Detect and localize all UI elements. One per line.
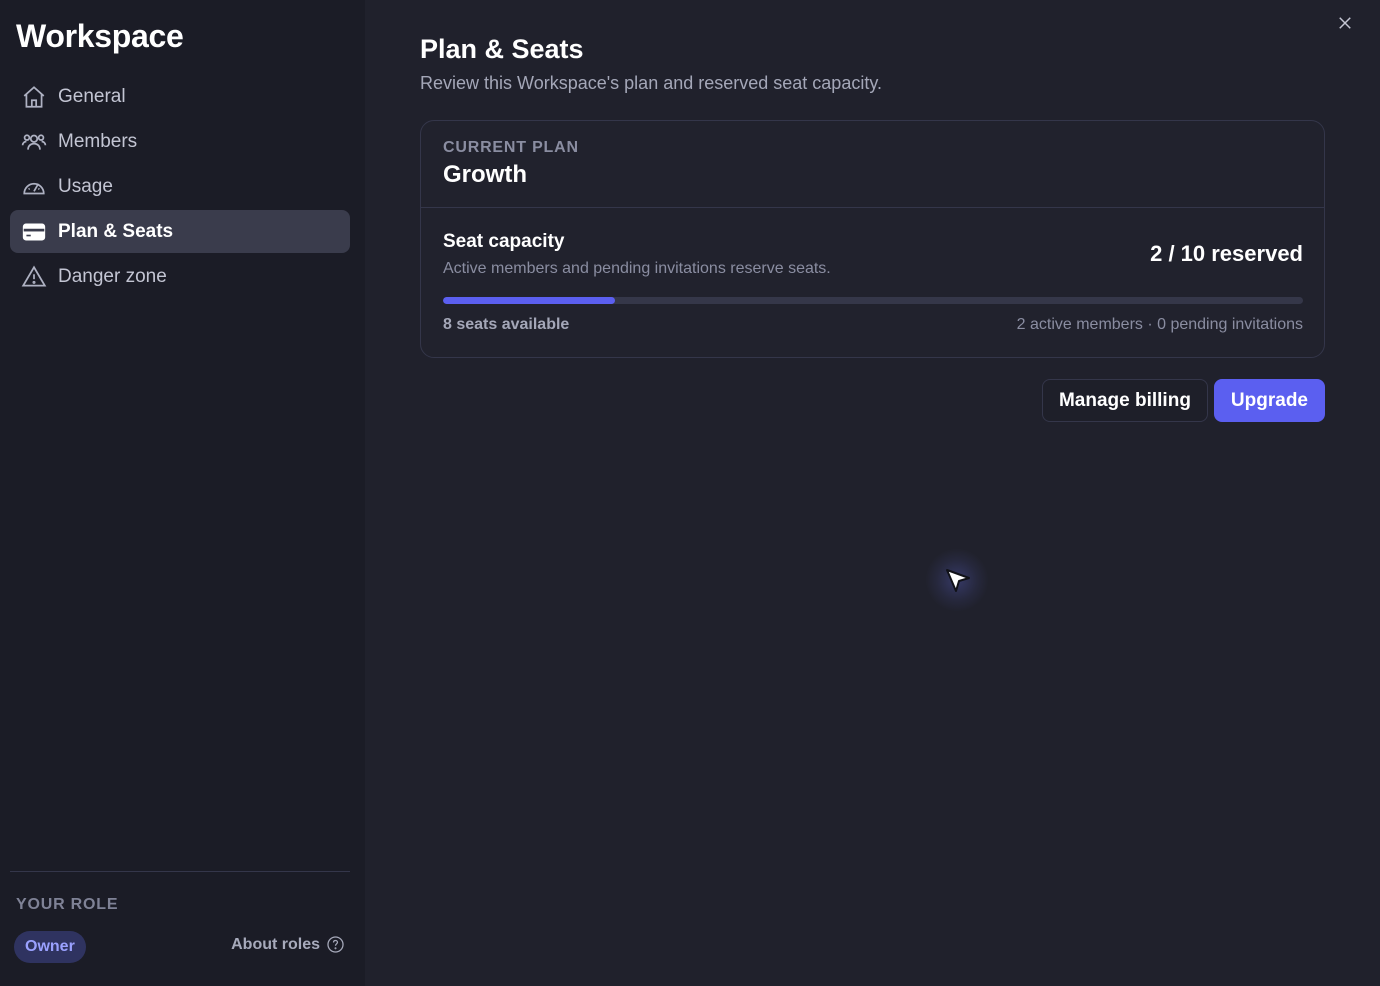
role-label: YOUR ROLE	[16, 896, 119, 913]
current-plan-name: Growth	[443, 161, 527, 188]
home-icon	[21, 84, 47, 110]
sidebar-item-general[interactable]: General	[10, 75, 350, 118]
app-window: Workspace General Members Usage Plan & S…	[0, 0, 1380, 986]
sidebar-item-label: Plan & Seats	[58, 220, 174, 242]
seat-members-summary: 2 active members · 0 pending invitations	[1016, 316, 1303, 333]
sidebar-item-label: Danger zone	[58, 265, 167, 287]
warning-icon	[21, 264, 47, 290]
seat-progress-fill	[443, 297, 615, 304]
sidebar-divider	[10, 871, 350, 872]
seat-capacity-title: Seat capacity	[443, 231, 565, 252]
sidebar-nav: General Members Usage Plan & Seats Dange…	[10, 75, 350, 300]
credit-card-icon	[21, 219, 47, 245]
sidebar-item-members[interactable]: Members	[10, 120, 350, 163]
sidebar-item-label: Usage	[58, 175, 113, 197]
close-button[interactable]	[1334, 12, 1356, 34]
sidebar: Workspace General Members Usage Plan & S…	[0, 0, 365, 986]
close-icon	[1339, 17, 1351, 29]
mouse-pointer-icon	[946, 569, 970, 592]
sidebar-item-label: Members	[58, 130, 138, 152]
about-roles-link[interactable]: About roles	[231, 935, 345, 954]
workspace-title: Workspace	[16, 18, 184, 54]
sidebar-item-plan-seats[interactable]: Plan & Seats	[10, 210, 350, 253]
role-badge: Owner	[14, 931, 86, 963]
about-roles-label: About roles	[231, 935, 320, 953]
gauge-icon	[21, 174, 47, 200]
manage-billing-button[interactable]: Manage billing	[1041, 379, 1208, 422]
help-circle-icon	[327, 936, 344, 953]
users-icon	[21, 129, 47, 155]
seat-capacity-description: Active members and pending invitations r…	[443, 260, 831, 277]
main-panel: Plan & Seats Review this Workspace's pla…	[365, 0, 1380, 986]
current-plan-label: CURRENT PLAN	[443, 139, 579, 156]
seats-available: 8 seats available	[443, 316, 570, 333]
page-title: Plan & Seats	[420, 34, 584, 64]
seat-reserved-count: 2 / 10 reserved	[1150, 241, 1303, 266]
sidebar-item-danger-zone[interactable]: Danger zone	[10, 255, 350, 298]
action-buttons: Manage billing Upgrade	[1041, 379, 1325, 422]
card-divider	[421, 207, 1324, 208]
page-subtitle: Review this Workspace's plan and reserve…	[420, 73, 882, 93]
sidebar-item-usage[interactable]: Usage	[10, 165, 350, 208]
plan-card: CURRENT PLAN Growth Seat capacity Active…	[420, 120, 1325, 358]
seat-progress-bar	[443, 297, 1303, 304]
sidebar-item-label: General	[58, 85, 126, 107]
upgrade-button[interactable]: Upgrade	[1213, 379, 1325, 422]
